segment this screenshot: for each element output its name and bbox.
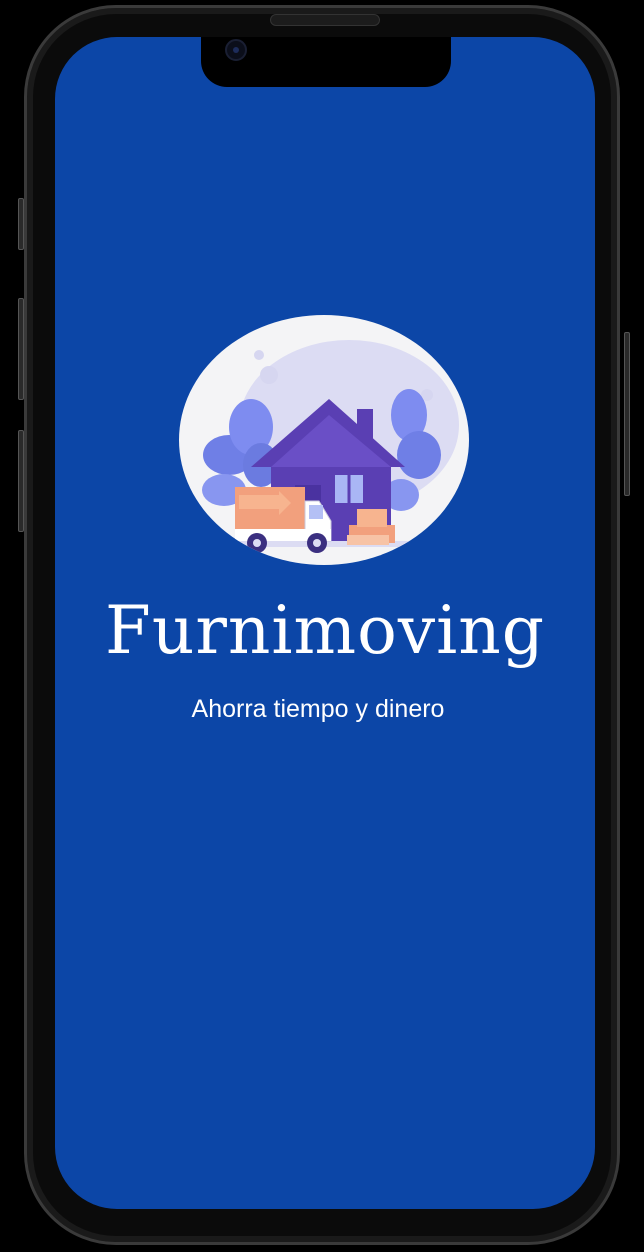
splash-screen: Furnimoving Ahorra tiempo y dinero [55, 37, 595, 1209]
top-speaker [270, 14, 380, 26]
app-logo [179, 315, 469, 565]
front-camera-icon [225, 39, 247, 61]
house-moving-truck-icon [202, 340, 459, 553]
volume-up-button [18, 298, 24, 400]
notch [201, 37, 451, 87]
app-title: Furnimoving [105, 592, 545, 669]
volume-down-button [18, 430, 24, 532]
silent-switch [18, 198, 24, 250]
power-button [624, 332, 630, 496]
app-tagline: Ahorra tiempo y dinero [191, 695, 445, 723]
